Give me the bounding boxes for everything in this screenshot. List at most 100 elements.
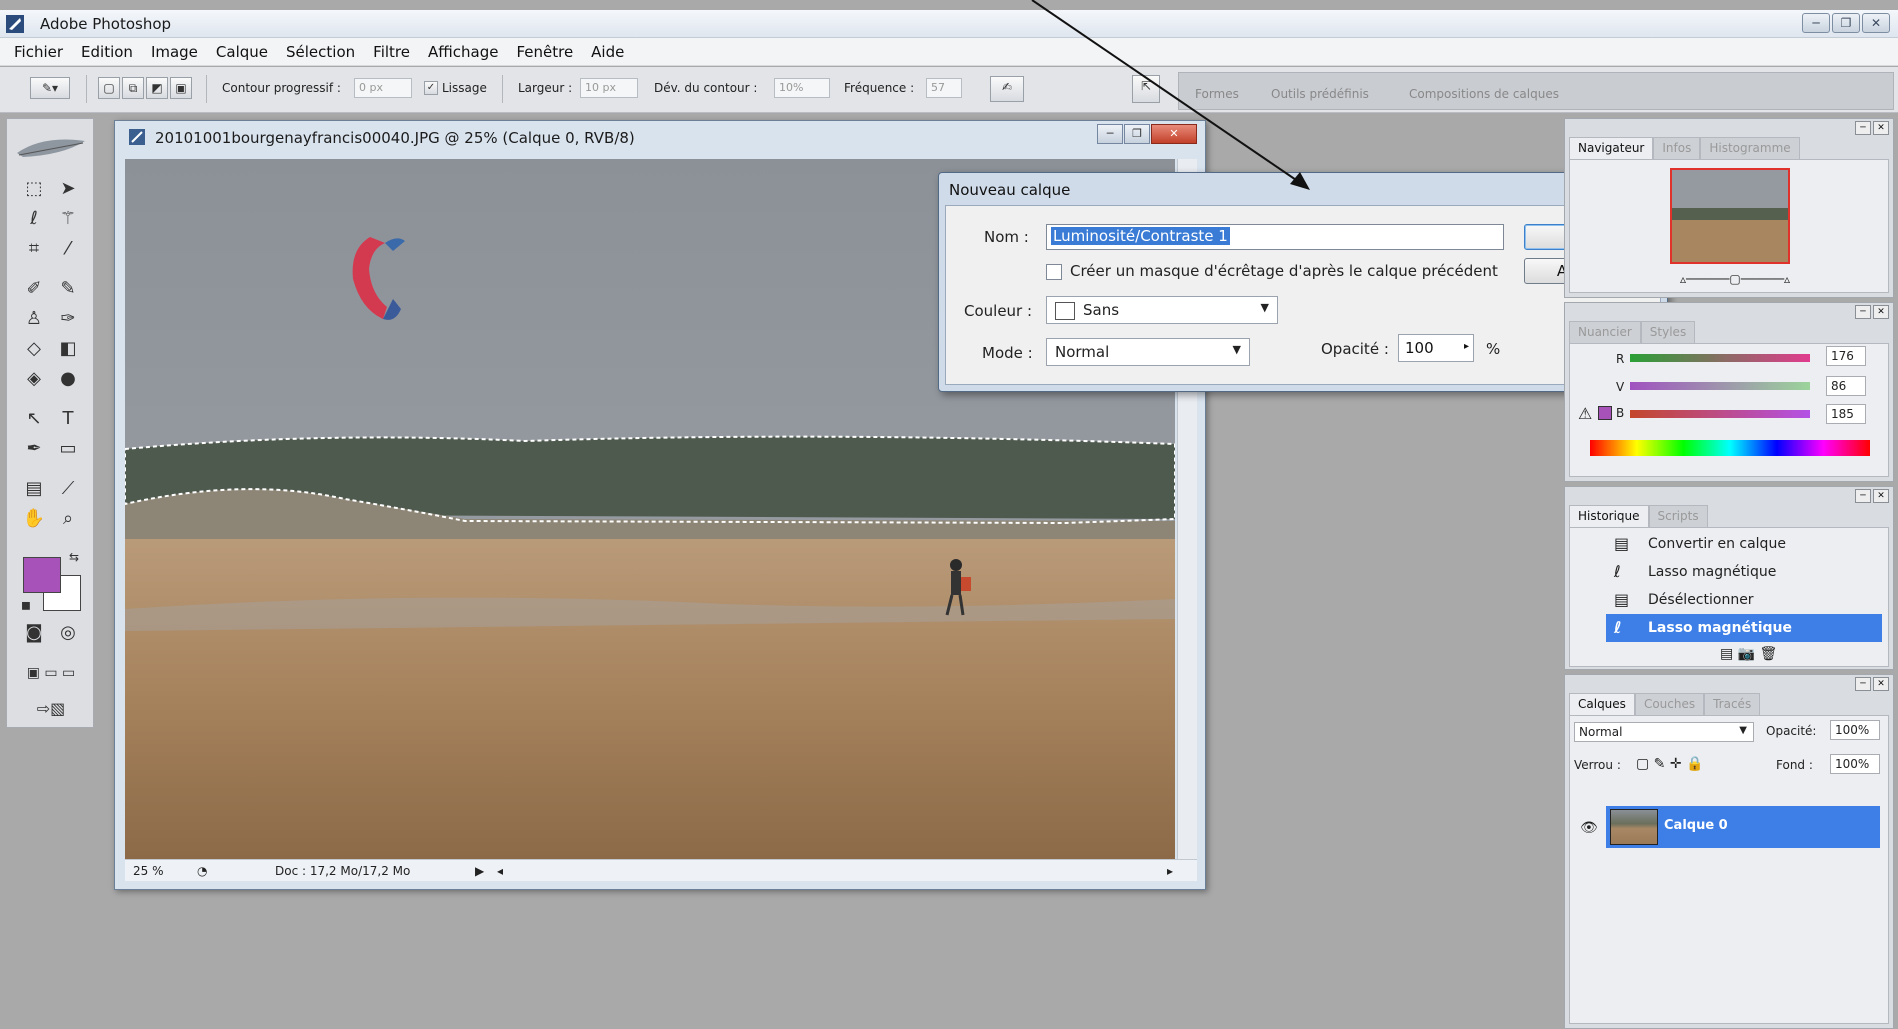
menu-image[interactable]: Image [151, 43, 198, 61]
zoom-level[interactable]: 25 % [133, 864, 164, 878]
tab-couches[interactable]: Couches [1634, 693, 1705, 715]
edge-contrast-field[interactable]: 10% [774, 78, 830, 98]
path-select-icon[interactable]: ↖ [19, 405, 49, 433]
tab-infos[interactable]: Infos [1653, 137, 1701, 159]
menu-affichage[interactable]: Affichage [428, 43, 498, 61]
well-tab-outils[interactable]: Outils prédéfinis [1271, 87, 1369, 101]
panel-close-button[interactable]: ✕ [1873, 489, 1889, 503]
slice-tool-icon[interactable]: ⁄ [53, 235, 83, 263]
hand-tool-icon[interactable]: ✋ [19, 505, 49, 533]
b-slider[interactable] [1630, 410, 1810, 418]
tab-styles[interactable]: Styles [1640, 321, 1696, 343]
eye-icon[interactable]: 👁 [1580, 820, 1598, 836]
navigator-thumbnail[interactable] [1670, 168, 1790, 264]
maximize-button[interactable]: ❐ [1832, 13, 1860, 33]
type-tool-icon[interactable]: T [53, 405, 83, 433]
panel-minimize-button[interactable]: ─ [1855, 305, 1871, 319]
frequency-field[interactable]: 57 [926, 78, 962, 98]
document-maximize-button[interactable]: ❐ [1124, 124, 1150, 144]
scroll-right-icon[interactable]: ▸ [1167, 864, 1173, 878]
b-value[interactable]: 185 [1826, 404, 1866, 424]
layer-name-input[interactable]: Luminosité/Contraste 1 [1046, 224, 1504, 250]
new-selection-icon[interactable]: ▢ [98, 77, 120, 99]
history-brush-icon[interactable]: ✑ [53, 305, 83, 333]
quick-mask-icon[interactable]: ◎ [53, 619, 83, 647]
history-buttons[interactable]: ▤ 📷 🗑 [1720, 646, 1777, 662]
minimize-button[interactable]: ─ [1802, 13, 1830, 33]
tab-navigateur[interactable]: Navigateur [1569, 137, 1654, 159]
blur-tool-icon[interactable]: ◈ [19, 365, 49, 393]
layer-opacity-field[interactable]: 100% [1830, 720, 1880, 740]
color-swatch[interactable] [1598, 406, 1612, 420]
menu-calque[interactable]: Calque [216, 43, 268, 61]
panel-minimize-button[interactable]: ─ [1855, 121, 1871, 135]
close-button[interactable]: ✕ [1862, 13, 1890, 33]
tab-scripts[interactable]: Scripts [1648, 505, 1708, 527]
r-slider[interactable] [1630, 354, 1810, 362]
fill-field[interactable]: 100% [1830, 754, 1880, 774]
layer-row[interactable]: Calque 0 [1606, 806, 1880, 848]
well-tab-formes[interactable]: Formes [1195, 87, 1239, 101]
lock-icons[interactable]: ▢ ✎ ✛ 🔒 [1636, 756, 1703, 772]
status-menu-arrow-icon[interactable]: ▶ [475, 864, 484, 878]
document-close-button[interactable]: ✕ [1151, 124, 1197, 144]
history-item[interactable]: ▤ Convertir en calque [1606, 530, 1882, 558]
scroll-left-icon[interactable]: ◂ [497, 864, 503, 878]
lasso-tool-icon[interactable]: ℓ [19, 205, 49, 233]
opacity-field[interactable]: 100 ▸ [1398, 334, 1474, 362]
shape-tool-icon[interactable]: ▭ [53, 435, 83, 463]
screen-mode-icons[interactable]: ▣ ▭ ▭ [11, 659, 91, 687]
panel-minimize-button[interactable]: ─ [1855, 489, 1871, 503]
zoom-tool-icon[interactable]: ⌕ [53, 505, 83, 533]
history-item[interactable]: ℓ Lasso magnétique [1606, 558, 1882, 586]
panel-close-button[interactable]: ✕ [1873, 677, 1889, 691]
clipping-mask-checkbox[interactable] [1046, 264, 1062, 280]
marquee-tool-icon[interactable]: ⬚ [19, 175, 49, 203]
menu-edition[interactable]: Edition [81, 43, 133, 61]
panel-close-button[interactable]: ✕ [1873, 305, 1889, 319]
swap-colors-icon[interactable]: ⇆ [59, 543, 89, 571]
opacity-stepper-icon[interactable]: ▸ [1464, 341, 1469, 352]
subtract-selection-icon[interactable]: ◩ [146, 77, 168, 99]
tab-nuancier[interactable]: Nuancier [1569, 321, 1641, 343]
panel-close-button[interactable]: ✕ [1873, 121, 1889, 135]
intersect-selection-icon[interactable]: ▣ [170, 77, 192, 99]
default-colors-icon[interactable]: ◼ [11, 591, 41, 619]
history-item[interactable]: ▤ Désélectionner [1606, 586, 1882, 614]
color-select[interactable]: Sans ▼ [1046, 296, 1278, 324]
tab-traces[interactable]: Tracés [1704, 693, 1761, 715]
v-value[interactable]: 86 [1826, 376, 1866, 396]
brush-tool-icon[interactable]: ✎ [53, 275, 83, 303]
tab-calques[interactable]: Calques [1569, 693, 1635, 715]
eyedropper-icon[interactable]: ⟋ [53, 475, 83, 503]
stamp-tool-icon[interactable]: ♙ [19, 305, 49, 333]
tab-histogramme[interactable]: Histogramme [1700, 137, 1800, 159]
eraser-tool-icon[interactable]: ◇ [19, 335, 49, 363]
notes-tool-icon[interactable]: ▤ [19, 475, 49, 503]
document-minimize-button[interactable]: ─ [1097, 124, 1123, 144]
gradient-tool-icon[interactable]: ◧ [53, 335, 83, 363]
move-tool-icon[interactable]: ➤ [53, 175, 83, 203]
tab-historique[interactable]: Historique [1569, 505, 1649, 527]
color-spectrum[interactable] [1590, 440, 1870, 456]
dodge-tool-icon[interactable]: ● [53, 365, 83, 393]
foreground-color-swatch[interactable] [23, 557, 61, 593]
antialias-checkbox[interactable]: ✓ [424, 81, 438, 95]
menu-selection[interactable]: Sélection [286, 43, 355, 61]
zoom-slider-icon[interactable]: ▵──────▢──────▵ [1680, 272, 1790, 286]
magic-wand-icon[interactable]: ⚚ [53, 205, 83, 233]
panel-minimize-button[interactable]: ─ [1855, 677, 1871, 691]
menu-fenetre[interactable]: Fenêtre [516, 43, 573, 61]
r-value[interactable]: 176 [1826, 346, 1866, 366]
history-item-active[interactable]: ℓ Lasso magnétique [1606, 614, 1882, 642]
add-selection-icon[interactable]: ⧉ [122, 77, 144, 99]
mode-select[interactable]: Normal ▼ [1046, 338, 1250, 366]
menu-aide[interactable]: Aide [591, 43, 624, 61]
blend-mode-select[interactable]: Normal ▼ [1574, 722, 1754, 742]
palette-well-icon[interactable]: ⇱ [1132, 75, 1160, 103]
well-tab-compositions[interactable]: Compositions de calques [1409, 87, 1559, 101]
tablet-pressure-icon[interactable]: ✍ [990, 76, 1024, 102]
width-field[interactable]: 10 px [580, 78, 638, 98]
healing-brush-icon[interactable]: ✐ [19, 275, 49, 303]
menu-fichier[interactable]: Fichier [14, 43, 63, 61]
